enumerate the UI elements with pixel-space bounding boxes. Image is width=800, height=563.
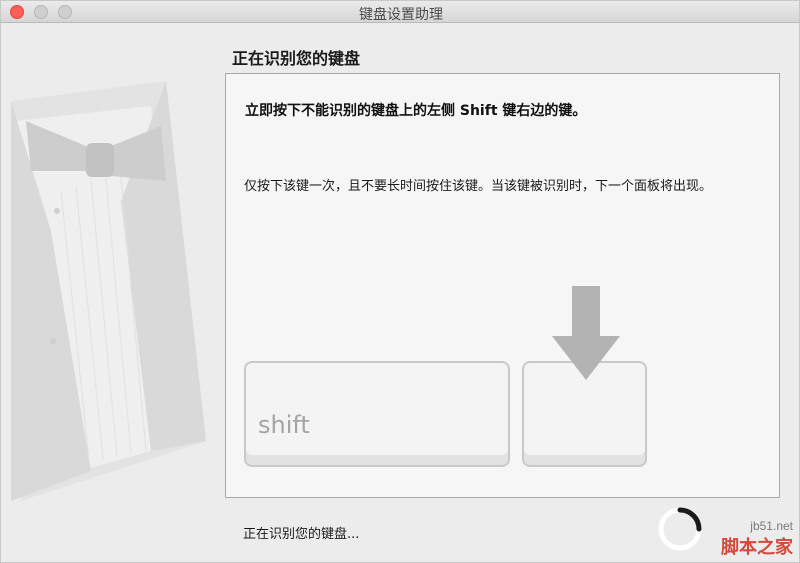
instruction-panel: 立即按下不能识别的键盘上的左侧 Shift 键右边的键。 仅按下该键一次，且不要… bbox=[225, 73, 780, 498]
title-bar[interactable]: 键盘设置助理 bbox=[1, 1, 799, 23]
note-text: 仅按下该键一次，且不要长时间按住该键。当该键被识别时，下一个面板将出现。 bbox=[244, 179, 713, 194]
shift-key: shift bbox=[244, 361, 510, 467]
watermark-name: 脚本之家 bbox=[721, 537, 793, 558]
status-text: 正在识别您的键盘... bbox=[243, 527, 360, 542]
shift-key-label: shift bbox=[258, 411, 310, 439]
down-arrow-icon bbox=[552, 286, 620, 380]
progress-spinner-icon bbox=[658, 507, 702, 551]
page-heading: 正在识别您的键盘 bbox=[232, 49, 361, 68]
tuxedo-illustration bbox=[11, 81, 206, 501]
instruction-text: 立即按下不能识别的键盘上的左侧 Shift 键右边的键。 bbox=[245, 103, 587, 119]
watermark: jb51.net 脚本之家 bbox=[721, 519, 793, 559]
watermark-url: jb51.net bbox=[750, 519, 793, 533]
keyboard-setup-window: 键盘设置助理 正在识别您的键盘 立即按下不能识别的键盘上的左侧 Shift 键右… bbox=[0, 0, 800, 563]
window-title: 键盘设置助理 bbox=[359, 7, 443, 23]
